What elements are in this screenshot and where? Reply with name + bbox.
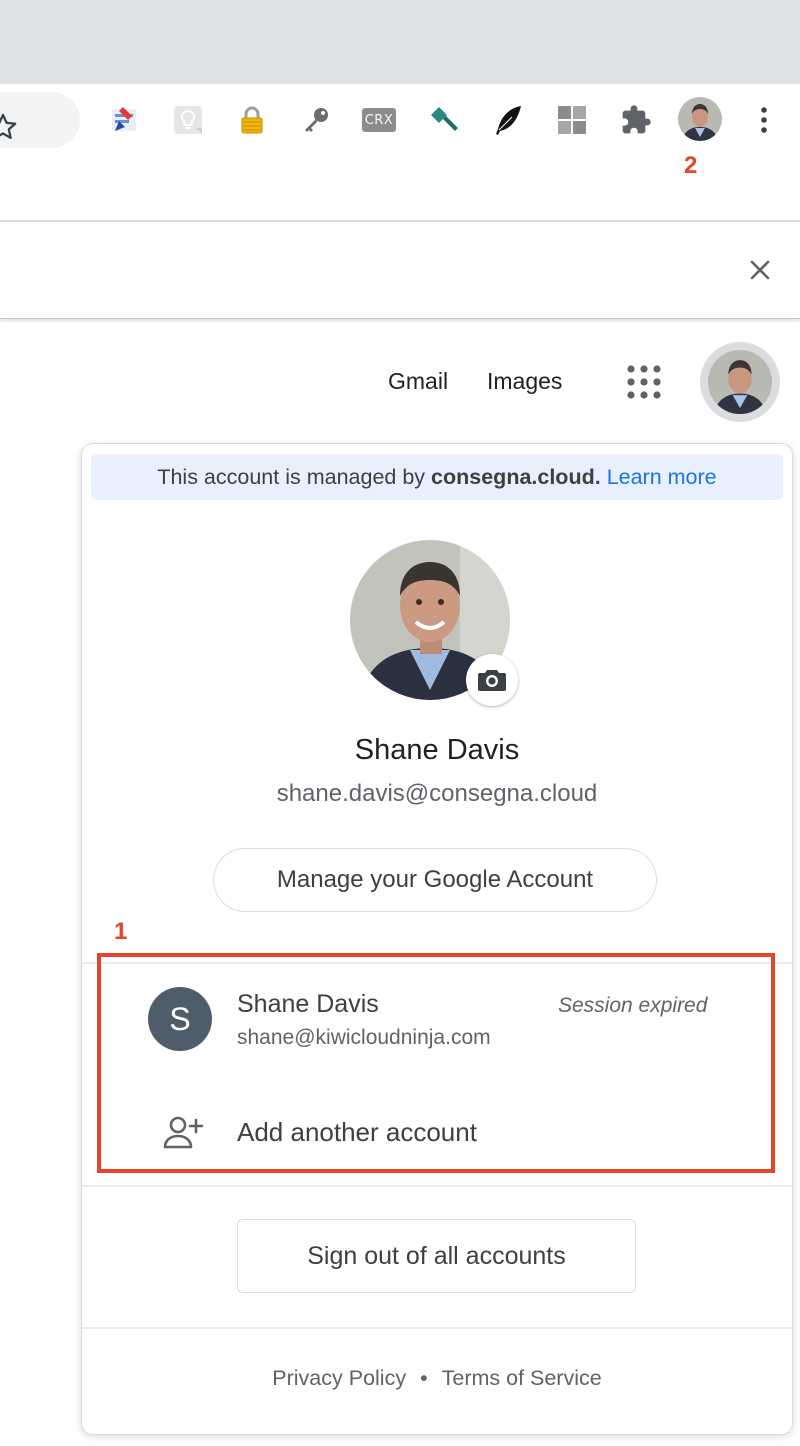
google-account-avatar[interactable] [708, 350, 772, 414]
puzzle-extensions-icon[interactable] [618, 102, 654, 138]
bookmark-extension-icon[interactable] [106, 102, 142, 138]
infobar [0, 222, 800, 319]
kebab-menu-icon[interactable] [750, 104, 778, 136]
hammer-extension-icon[interactable] [426, 102, 462, 138]
managed-account-banner: This account is managed by consegna.clou… [91, 454, 783, 500]
sign-out-all-button[interactable]: Sign out of all accounts [237, 1219, 636, 1293]
annotation-number-2: 2 [684, 152, 698, 179]
profile-avatar-button[interactable] [678, 97, 722, 141]
managed-domain: consegna.cloud. [431, 464, 601, 489]
close-icon[interactable] [746, 256, 774, 284]
google-apps-grid-icon[interactable] [624, 362, 664, 402]
annotation-number-1: 1 [114, 918, 128, 945]
account-name: Shane Davis [354, 734, 520, 766]
address-bar[interactable] [0, 92, 80, 148]
privacy-policy-link[interactable]: Privacy Policy [272, 1366, 406, 1390]
manage-google-account-button[interactable]: Manage your Google Account [213, 848, 657, 912]
quill-extension-icon[interactable] [490, 102, 526, 138]
gmail-link[interactable]: Gmail [388, 368, 448, 395]
windows-extension-icon[interactable] [554, 102, 590, 138]
browser-tab-strip [0, 0, 800, 84]
footer-separator: • [420, 1366, 428, 1390]
lock-extension-icon[interactable] [234, 102, 270, 138]
account-email: shane.davis@consegna.cloud [276, 780, 598, 807]
lightbulb-extension-icon[interactable] [170, 102, 206, 138]
panel-footer: Privacy Policy • Terms of Service [82, 1366, 792, 1391]
learn-more-link[interactable]: Learn more [607, 465, 717, 490]
change-photo-camera-icon[interactable] [466, 654, 518, 706]
images-link[interactable]: Images [487, 368, 562, 395]
bookmark-star-icon[interactable] [0, 110, 20, 144]
browser-toolbar: CRX 2 [0, 84, 800, 220]
panel-divider [82, 1327, 792, 1329]
crx-extension-icon[interactable]: CRX [362, 108, 396, 132]
key-extension-icon[interactable] [298, 102, 334, 138]
account-panel: This account is managed by consegna.clou… [81, 443, 793, 1435]
panel-divider [82, 1185, 792, 1187]
terms-of-service-link[interactable]: Terms of Service [442, 1366, 602, 1390]
managed-prefix: This account is managed by [157, 464, 426, 489]
annotation-highlight-box [97, 953, 775, 1173]
